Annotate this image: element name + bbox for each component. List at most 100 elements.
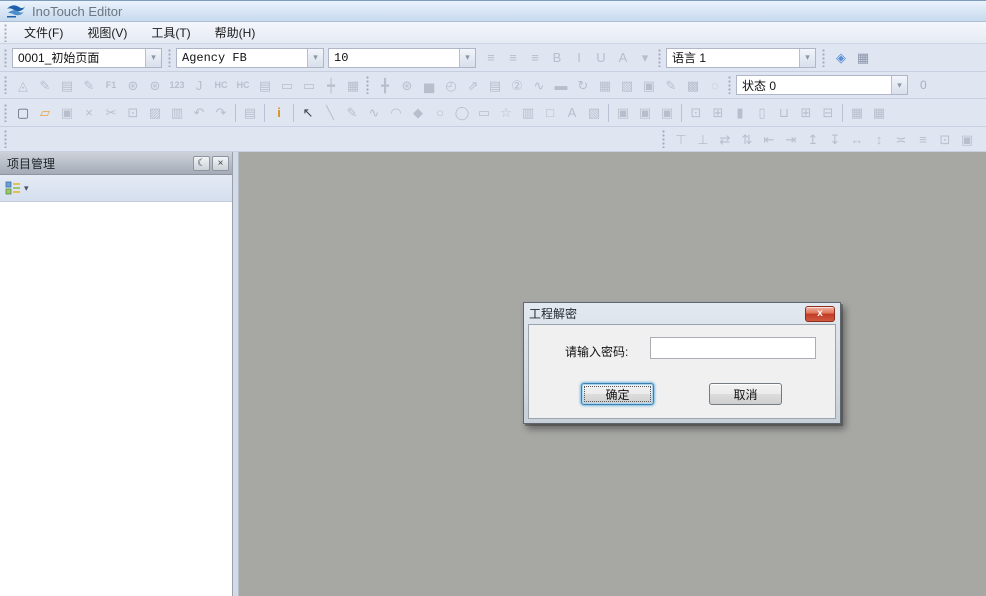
rotate-object-icon: ↻ <box>572 75 594 95</box>
project-tree-area[interactable] <box>0 202 232 596</box>
export-media-icon: ▣ <box>656 103 678 123</box>
flip-vertical-icon: ⇅ <box>736 129 758 149</box>
toolbar-grip[interactable] <box>4 49 8 67</box>
chevron-down-icon[interactable]: ▾ <box>307 49 323 67</box>
toolbar-grip[interactable] <box>4 76 8 94</box>
language-gem-icon[interactable]: ◈ <box>830 48 852 68</box>
macro-pen-icon: ✎ <box>34 75 56 95</box>
page-select[interactable]: 0001_初始页面 ▾ <box>12 48 162 68</box>
freehand-pen-icon: ✎ <box>660 75 682 95</box>
bring-front-icon: ⊤ <box>670 129 692 149</box>
frame-tool-icon: □ <box>539 103 561 123</box>
unlock-icon: ▯ <box>751 103 773 123</box>
text-align-left-icon: ≡ <box>480 48 502 68</box>
language-select[interactable]: 语言 1 ▾ <box>666 48 816 68</box>
chevron-down-icon[interactable]: ▾ <box>891 76 907 94</box>
toolbar-grip[interactable] <box>4 130 8 148</box>
hc-display-icon: HC <box>210 75 232 95</box>
toolbar-grip[interactable] <box>4 104 8 122</box>
toolbar-widgets: ◬✎▤✎F1⊛⊛123JHCHC▤▭▭┿▦ ╋⊛▅◴⇗▤②∿▬↻▦▧▣✎▩◌ 状… <box>0 72 986 99</box>
distribute-horizontal-icon: ≍ <box>890 129 912 149</box>
system-transfer-icon: ⊛ <box>122 75 144 95</box>
page-two-icon: ② <box>506 75 528 95</box>
menubar: 文件(F) 视图(V) 工具(T) 帮助(H) <box>0 22 986 44</box>
text-align-right-icon: ≡ <box>524 48 546 68</box>
panel-close-icon[interactable]: × <box>212 156 229 171</box>
password-input[interactable] <box>650 337 816 359</box>
ok-button[interactable]: 确定 <box>581 383 654 405</box>
print-icon: ▤ <box>239 103 261 123</box>
italic-icon: I <box>568 48 590 68</box>
grid-table-icon: ▦ <box>342 75 364 95</box>
send-back-icon: ⊥ <box>692 129 714 149</box>
paste-icon: ▨ <box>144 103 166 123</box>
toolbar-separator <box>235 104 236 122</box>
chevron-down-icon[interactable]: ▾ <box>145 49 161 67</box>
export-screen-icon: ▣ <box>612 103 634 123</box>
align-top-edge-icon: ↥ <box>802 129 824 149</box>
compile-info-icon[interactable]: i <box>268 103 290 123</box>
line-tool-icon: ╲ <box>319 103 341 123</box>
decrypt-dialog-titlebar[interactable]: 工程解密 x <box>528 303 836 324</box>
multi-paste-icon: ▥ <box>166 103 188 123</box>
toolbar-separator <box>608 104 609 122</box>
redo-icon: ↷ <box>210 103 232 123</box>
toolbar-grip[interactable] <box>658 49 662 67</box>
meter-gauge-icon: ◴ <box>440 75 462 95</box>
window-titlebar[interactable]: InoTouch Editor <box>0 0 986 22</box>
auto-hide-pin-icon[interactable]: ☾ <box>193 156 210 171</box>
tree-options-caret-icon[interactable]: ▾ <box>24 183 29 194</box>
window-icon: ▭ <box>276 75 298 95</box>
fit-size-icon: ▣ <box>956 129 978 149</box>
project-panel-toolbar: ▾ <box>0 175 232 202</box>
font-select[interactable]: Agency FB ▾ <box>176 48 324 68</box>
toolbar-grip[interactable] <box>662 130 666 148</box>
report-export-icon: ▧ <box>616 75 638 95</box>
align-left-edge-icon: ⇤ <box>758 129 780 149</box>
decrypt-dialog-title: 工程解密 <box>529 305 805 322</box>
chevron-down-icon[interactable]: ▾ <box>459 49 475 67</box>
data-table-icon: ▦ <box>594 75 616 95</box>
cancel-button[interactable]: 取消 <box>709 383 782 405</box>
chevron-down-icon[interactable]: ▾ <box>799 49 815 67</box>
select-object-icon: ⊡ <box>685 103 707 123</box>
state-select[interactable]: 状态 0 ▾ <box>736 75 908 95</box>
copy-icon: ⊡ <box>122 103 144 123</box>
open-folder-icon[interactable]: ▱ <box>34 103 56 123</box>
trash-icon: ⊔ <box>773 103 795 123</box>
menubar-grip[interactable] <box>4 24 8 42</box>
event-log-icon: ▤ <box>484 75 506 95</box>
text-input-icon: J <box>188 75 210 95</box>
toolbar-grip[interactable] <box>366 76 370 94</box>
center-horizontal-icon: ↔ <box>846 129 868 149</box>
alarm-icon: ◬ <box>12 75 34 95</box>
language-grid-icon[interactable]: ▦ <box>852 48 874 68</box>
toolbar-grip[interactable] <box>728 76 732 94</box>
new-file-icon[interactable]: ▢ <box>12 103 34 123</box>
menu-help[interactable]: 帮助(H) <box>203 22 268 44</box>
toolbar-arrange: ⊤⊥⇄⇅⇤⇥↥↧↔↕≍≡⊡▣ <box>0 127 986 152</box>
select-cursor-icon[interactable]: ↖ <box>297 103 319 123</box>
toolbar-separator <box>293 104 294 122</box>
project-tree-icon[interactable] <box>5 180 21 196</box>
move-position-icon: ╋ <box>374 75 396 95</box>
menu-file[interactable]: 文件(F) <box>12 22 75 44</box>
export-image-icon: ▣ <box>634 103 656 123</box>
toolbar-separator <box>681 104 682 122</box>
project-panel: 项目管理 ☾ × ▾ <box>0 152 233 596</box>
project-panel-header[interactable]: 项目管理 ☾ × <box>0 152 232 175</box>
toolbar-page-font: 0001_初始页面 ▾ Agency FB ▾ 10 ▾ ≡≡≡BIUA▾ 语言… <box>0 44 986 72</box>
align-bottom-edge-icon: ↧ <box>824 129 846 149</box>
toolbar-separator <box>842 104 843 122</box>
menu-view[interactable]: 视图(V) <box>75 22 139 44</box>
editor-workspace: 工程解密 x 请输入密码: 确定 取消 <box>239 152 986 596</box>
toolbar-grip[interactable] <box>168 49 172 67</box>
dialog-close-icon[interactable]: x <box>805 306 835 322</box>
center-vertical-icon: ↕ <box>868 129 890 149</box>
menu-tools[interactable]: 工具(T) <box>139 22 202 44</box>
recipe-list-icon: ▤ <box>56 75 78 95</box>
toolbar-separator <box>264 104 265 122</box>
bold-icon: B <box>546 48 568 68</box>
toolbar-grip[interactable] <box>822 49 826 67</box>
font-size-select[interactable]: 10 ▾ <box>328 48 476 68</box>
